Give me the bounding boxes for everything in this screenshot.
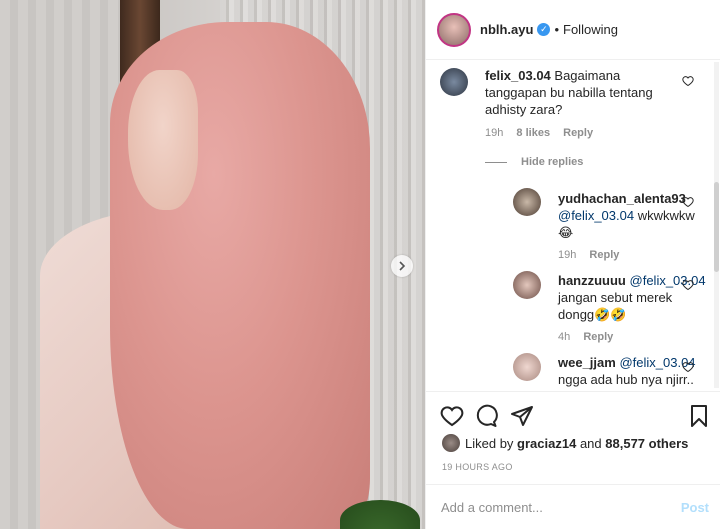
reply-emoji: 😂 [558, 225, 574, 240]
reply-username[interactable]: hanzzuuuu [558, 273, 626, 288]
verified-badge-icon: ✓ [537, 23, 551, 36]
comment-body-line2: tanggapan bu nabilla tentang [485, 85, 653, 100]
like-heart-icon[interactable] [440, 404, 464, 428]
author-avatar[interactable] [437, 12, 471, 47]
post-comment-button[interactable]: Post [681, 500, 709, 515]
post-actions-bar [426, 391, 720, 439]
heart-icon[interactable] [682, 279, 694, 291]
post-header: nblh.ayu ✓ • Following [426, 0, 720, 60]
comment-avatar[interactable] [440, 68, 468, 96]
next-photo-button[interactable] [391, 255, 413, 277]
comment-body-line1: Bagaimana [554, 68, 621, 83]
comment-reply-button[interactable]: Reply [563, 127, 593, 139]
add-comment-input[interactable] [441, 499, 681, 515]
following-button[interactable]: Following [563, 22, 618, 37]
post-photo[interactable] [0, 0, 425, 529]
scrollbar-thumb[interactable] [714, 182, 719, 272]
comment-time: 19h [485, 127, 504, 139]
post-side-panel: nblh.ayu ✓ • Following felix_03.04 Bagai… [425, 0, 720, 529]
author-username[interactable]: nblh.ayu [480, 22, 533, 37]
reply-body-line2: dongg🤣🤣 [558, 307, 627, 322]
comments-list[interactable]: felix_03.04 Bagaimana tanggapan bu nabil… [426, 61, 720, 391]
liker-username[interactable]: graciaz14 [517, 436, 576, 451]
reply-reply-button[interactable]: Reply [589, 249, 619, 261]
likes-summary: Liked by graciaz14 and 88,577 others [442, 434, 688, 452]
share-paper-plane-icon[interactable] [510, 404, 534, 428]
reply-reply-button[interactable]: Reply [583, 331, 613, 343]
comment-username[interactable]: felix_03.04 [485, 68, 551, 83]
comment-bubble-icon[interactable] [474, 404, 498, 428]
hide-replies-line [485, 161, 507, 163]
reply-meta: 4h Reply [558, 331, 623, 343]
comments-scrollbar[interactable] [714, 62, 719, 388]
bookmark-icon[interactable] [687, 404, 711, 428]
add-comment-bar: Post [426, 484, 720, 529]
reply-body: wkwkwkw [637, 208, 695, 223]
heart-icon[interactable] [682, 75, 694, 87]
heart-icon[interactable] [682, 196, 694, 208]
hide-replies-button[interactable]: Hide replies [485, 156, 583, 168]
reply-time: 19h [558, 249, 577, 261]
likes-and: and [579, 435, 602, 451]
photo-face [128, 70, 198, 210]
reply-username[interactable]: wee_jjam [558, 355, 616, 370]
reply-mention[interactable]: @felix_03.04 [558, 208, 634, 223]
reply-meta: 19h Reply [558, 249, 629, 261]
comment-text: felix_03.04 Bagaimana tanggapan bu nabil… [485, 67, 685, 118]
comment-meta: 19h 8 likes Reply [485, 127, 603, 139]
reply-avatar[interactable] [513, 188, 541, 216]
reply-body-line1: jangan sebut merek [558, 290, 673, 305]
likes-count[interactable]: 88,577 others [605, 436, 688, 451]
reply-mention[interactable]: @felix_03.04 [630, 273, 706, 288]
hide-replies-label: Hide replies [521, 156, 584, 168]
likes-prefix: Liked by [465, 435, 514, 451]
chevron-right-icon [399, 261, 406, 271]
comment-likes[interactable]: 8 likes [516, 127, 550, 139]
comment-body-line3: adhisty zara? [485, 102, 563, 117]
reply-avatar[interactable] [513, 353, 541, 381]
reply-avatar[interactable] [513, 271, 541, 299]
reply-time: 4h [558, 331, 571, 343]
liker-avatar[interactable] [442, 434, 460, 452]
header-separator: • [554, 22, 560, 37]
heart-icon[interactable] [682, 361, 694, 373]
reply-username[interactable]: yudhachan_alenta93 [558, 191, 686, 206]
instagram-post-view: nblh.ayu ✓ • Following felix_03.04 Bagai… [0, 0, 720, 529]
post-timestamp[interactable]: 19 HOURS AGO [442, 462, 513, 472]
reply-body-line1: ngga ada hub nya njirr.. [558, 372, 694, 387]
